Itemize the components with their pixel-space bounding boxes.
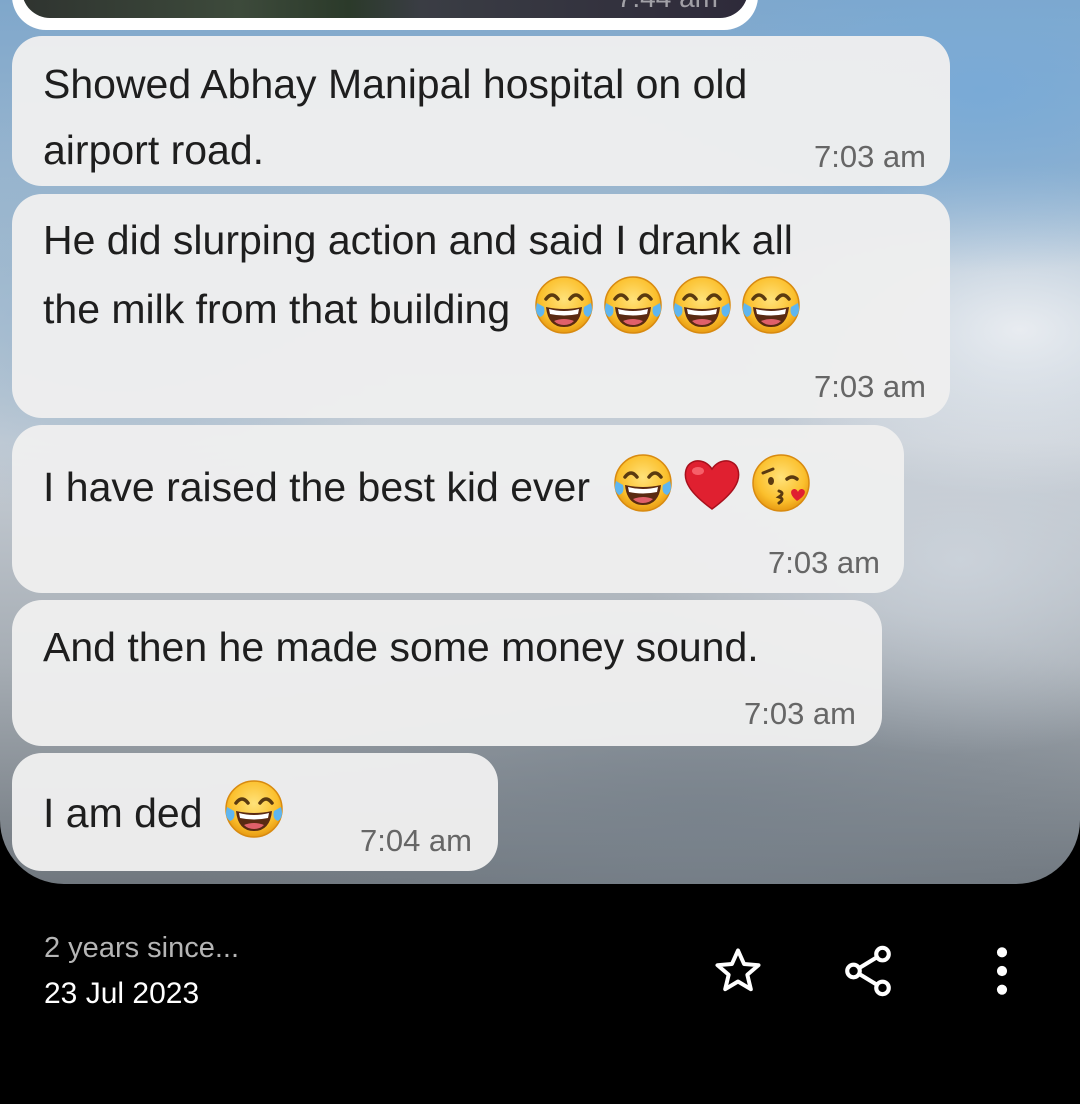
emoji-group bbox=[611, 464, 818, 510]
chat-bubble: He did slurping action and said I drank … bbox=[12, 194, 950, 418]
message-line: He did slurping action and said I drank … bbox=[43, 217, 793, 263]
tears-of-joy-icon bbox=[222, 777, 286, 841]
message-text: Showed Abhay Manipal hospital on old air… bbox=[43, 51, 747, 183]
previous-media-message: 7:44 am bbox=[12, 0, 758, 30]
message-line-text: the milk from that building bbox=[43, 286, 511, 332]
message-text: I am ded bbox=[43, 777, 291, 846]
favorite-button[interactable] bbox=[706, 939, 770, 1003]
message-line: the milk from that building bbox=[43, 273, 808, 342]
star-outline-icon bbox=[715, 948, 761, 992]
previous-media-thumbnail: 7:44 am bbox=[22, 0, 748, 18]
memory-date: 23 Jul 2023 bbox=[44, 977, 200, 1010]
message-line: airport road. bbox=[43, 127, 265, 173]
tears-of-joy-icon bbox=[532, 273, 596, 337]
message-text: He did slurping action and said I drank … bbox=[43, 207, 808, 342]
message-timestamp: 7:03 am bbox=[767, 545, 880, 580]
message-timestamp: 7:04 am bbox=[359, 823, 472, 858]
message-timestamp: 7:03 am bbox=[813, 369, 926, 404]
memory-footer: 2 years since... 23 Jul 2023 bbox=[0, 884, 1080, 1104]
message-line: Showed Abhay Manipal hospital on old bbox=[43, 61, 748, 107]
message-timestamp: 7:03 am bbox=[813, 139, 926, 174]
emoji-group bbox=[532, 286, 808, 332]
chat-bubble: I am ded 7:04 am bbox=[12, 753, 498, 871]
chat-bubble: Showed Abhay Manipal hospital on old air… bbox=[12, 36, 950, 186]
more-vertical-icon bbox=[996, 947, 1008, 995]
share-icon bbox=[845, 945, 891, 997]
message-timestamp: 7:03 am bbox=[743, 696, 856, 731]
red-heart-icon bbox=[680, 451, 744, 515]
more-options-button[interactable] bbox=[970, 939, 1034, 1003]
message-text: And then he made some money sound. bbox=[43, 614, 759, 680]
message-text: I have raised the best kid ever bbox=[43, 451, 818, 520]
message-line: And then he made some money sound. bbox=[43, 624, 759, 670]
photo-viewer: 7:44 am Showed Abhay Manipal hospital on… bbox=[0, 0, 1080, 1104]
share-button[interactable] bbox=[836, 939, 900, 1003]
message-timestamp: 7:44 am bbox=[617, 0, 718, 14]
chat-bubble: And then he made some money sound. 7:03 … bbox=[12, 600, 882, 746]
emoji-group bbox=[222, 790, 291, 836]
tears-of-joy-icon bbox=[670, 273, 734, 337]
face-blowing-kiss-icon bbox=[749, 451, 813, 515]
memory-label: 2 years since... bbox=[44, 932, 240, 964]
screenshot-photo[interactable]: 7:44 am Showed Abhay Manipal hospital on… bbox=[0, 0, 1080, 884]
tears-of-joy-icon bbox=[601, 273, 665, 337]
tears-of-joy-icon bbox=[611, 451, 675, 515]
message-line-text: I have raised the best kid ever bbox=[43, 464, 590, 510]
chat-bubble: I have raised the best kid ever 7:03 am bbox=[12, 425, 904, 593]
message-line-text: I am ded bbox=[43, 790, 203, 836]
tears-of-joy-icon bbox=[739, 273, 803, 337]
